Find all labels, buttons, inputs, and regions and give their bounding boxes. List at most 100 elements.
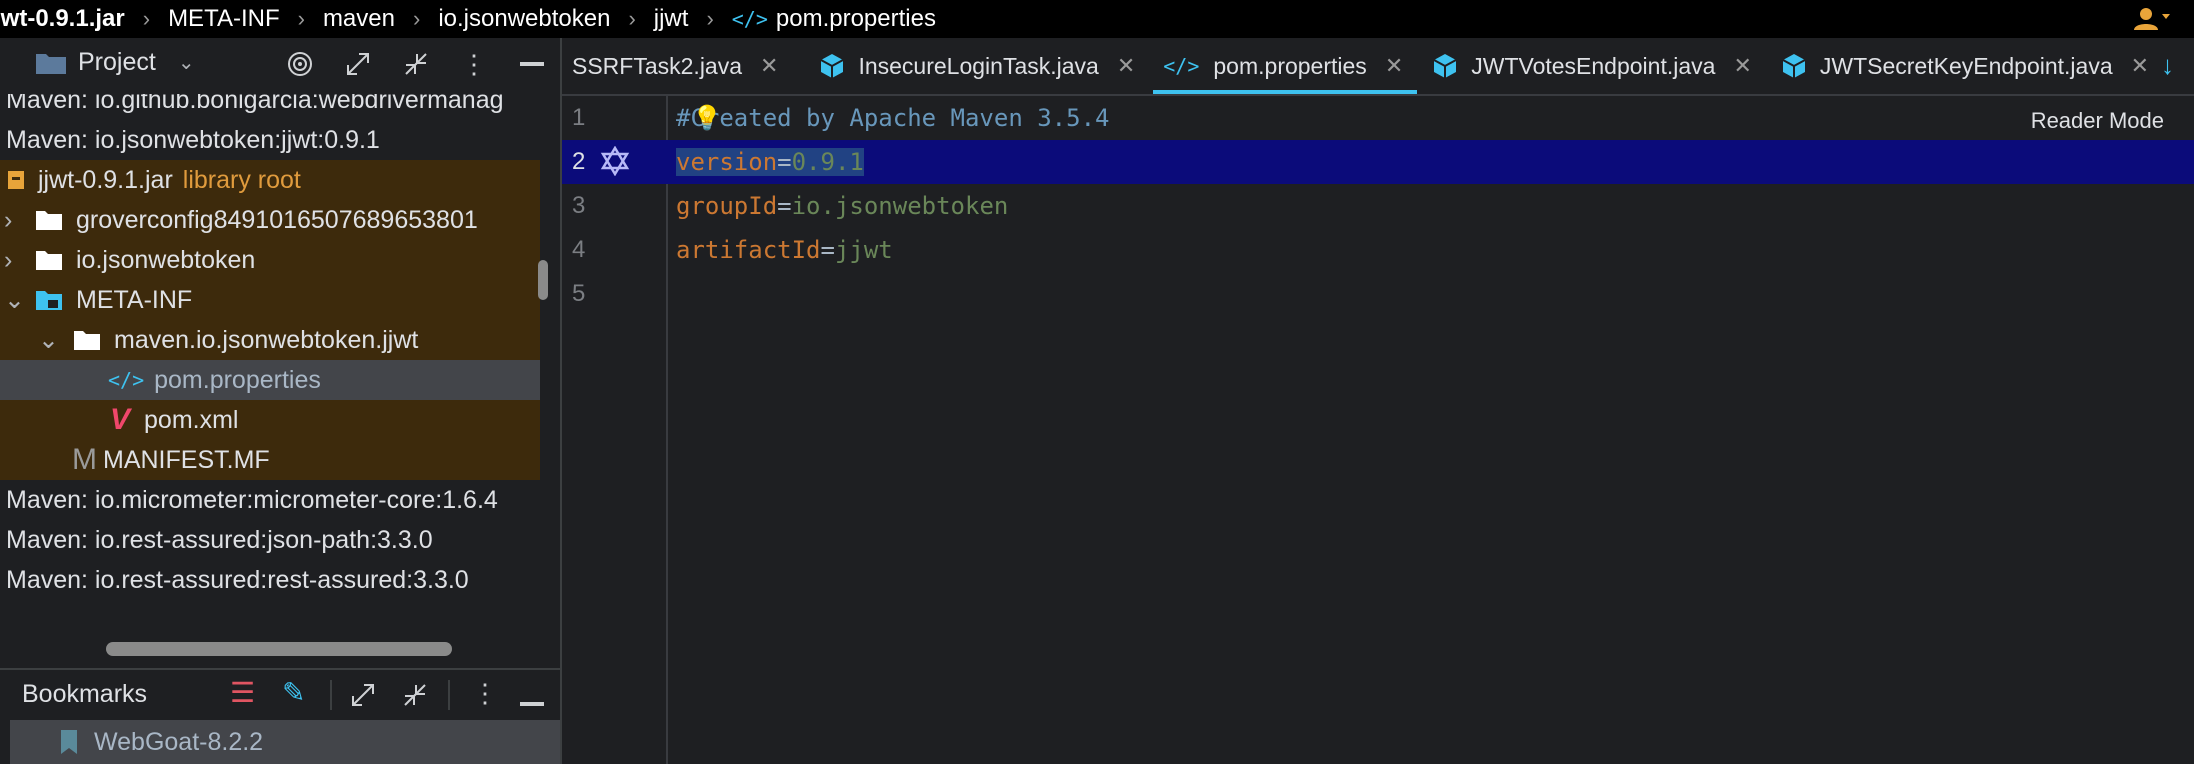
user-account-icon[interactable] [2132, 6, 2172, 32]
bookmark-list-item[interactable]: WebGoat-8.2.2 [10, 720, 560, 764]
collapse-all-icon[interactable] [402, 50, 430, 78]
tree-item[interactable]: Maven: io.micrometer:micrometer-core:1.6… [0, 480, 540, 520]
tree-item[interactable]: ⌄ META-INF [0, 280, 540, 320]
reader-mode-button[interactable]: Reader Mode [2030, 108, 2164, 134]
tree-item[interactable]: › groverconfig8491016507689653801 [0, 200, 540, 240]
project-view-selector[interactable]: Project ⌄ [34, 48, 195, 77]
edit-icon[interactable]: ✎ [282, 676, 305, 709]
meta-folder-icon [36, 291, 62, 310]
minimize-icon[interactable] [520, 694, 544, 712]
property-key: version [676, 148, 778, 176]
breadcrumb: jwt-0.9.1.jar › META-INF › maven › io.js… [0, 0, 2194, 38]
tree-item-selected[interactable]: </> pom.properties [0, 360, 540, 400]
breadcrumb-item-jjwt[interactable]: jjwt [654, 5, 689, 33]
breadcrumb-item-io-jsonwebtoken[interactable]: io.jsonwebtoken [438, 5, 610, 33]
tree-item-label: Maven: io.micrometer:micrometer-core:1.6… [6, 485, 498, 514]
java-class-icon [820, 54, 844, 78]
properties-icon: </> [731, 7, 768, 31]
chevron-right-icon: › [297, 6, 305, 31]
property-value: 0.9.1 [791, 148, 864, 176]
vertical-scrollbar[interactable] [538, 260, 548, 300]
tree-item[interactable]: ⌄ maven.io.jsonwebtoken.jjwt [0, 320, 540, 360]
breadcrumb-item-pom-properties[interactable]: </> pom.properties [732, 5, 936, 33]
tree-item-label: Maven: io.github.bonigarcia:webdriverman… [6, 94, 504, 114]
tab-jwtvotesendpoint[interactable]: JWTVotesEndpoint.java ✕ [1423, 38, 1766, 94]
chevron-right-icon[interactable]: › [4, 206, 34, 235]
library-root-label: library root [182, 165, 301, 194]
breadcrumb-item-label: pom.properties [775, 5, 936, 32]
more-options-icon[interactable]: ⋮ [460, 49, 488, 79]
chevron-right-icon[interactable]: › [4, 246, 34, 275]
tree-item-label: pom.xml [144, 405, 239, 434]
chevron-down-icon[interactable]: ⌄ [38, 325, 72, 355]
tab-label: JWTVotesEndpoint.java [1471, 52, 1716, 79]
target-icon[interactable] [286, 50, 314, 78]
code-text: groupId=io.jsonwebtoken [676, 192, 1009, 220]
tree-item-library-root[interactable]: jjwt-0.9.1.jar library root [0, 160, 540, 200]
code-line-current[interactable]: 2 version=0.9.1 [562, 140, 2194, 184]
tree-item-label: META-INF [76, 285, 193, 314]
list-icon[interactable]: ☰ [230, 676, 255, 709]
chevron-right-icon: › [706, 6, 714, 31]
tree-item-label: pom.properties [154, 365, 321, 394]
tree-item-label: maven.io.jsonwebtoken.jjwt [114, 325, 419, 354]
tree-item-label: Maven: io.rest-assured:rest-assured:3.3.… [6, 565, 469, 594]
tree-item-label: jjwt-0.9.1.jar [38, 165, 173, 194]
folder-icon [36, 53, 66, 74]
tree-item[interactable]: Maven: io.github.bonigarcia:webdriverman… [0, 94, 540, 120]
chevron-right-icon: › [412, 6, 421, 31]
java-class-icon [1782, 54, 1806, 78]
expand-all-icon[interactable] [350, 682, 376, 713]
code-line[interactable]: 1 #Created by Apache Maven 3.5.4 💡 [562, 96, 2194, 140]
tree-item[interactable]: Maven: io.rest-assured:rest-assured:3.3.… [0, 560, 540, 600]
close-icon[interactable]: ✕ [1385, 53, 1403, 79]
close-icon[interactable]: ✕ [760, 53, 778, 79]
divider [448, 680, 450, 710]
project-title: Project [78, 48, 156, 76]
lightbulb-icon[interactable]: 💡 [692, 104, 722, 132]
tab-jwtsecretkeyendpoint[interactable]: JWTSecretKeyEndpoint.java ✕ [1772, 38, 2163, 94]
maven-icon: V [110, 403, 131, 436]
tab-insecurelogintask[interactable]: InsecureLoginTask.java ✕ [810, 38, 1149, 94]
more-options-icon[interactable]: ⋮ [472, 678, 498, 709]
bookmarks-panel-header: Bookmarks ☰ ✎ ⋮ [0, 668, 560, 722]
chevron-right-icon: › [142, 6, 151, 31]
close-icon[interactable]: ✕ [1733, 53, 1751, 79]
tree-item[interactable]: V pom.xml [0, 400, 540, 440]
tab-pom-properties[interactable]: </> pom.properties ✕ [1153, 38, 1418, 94]
editor-tabs: SSRFTask2.java ✕ InsecureLoginTask.java … [562, 38, 2194, 96]
chevron-right-icon: › [628, 6, 636, 31]
code-line[interactable]: 4 artifactId=jjwt [562, 228, 2194, 272]
close-icon[interactable]: ✕ [2131, 53, 2149, 79]
horizontal-scrollbar[interactable] [106, 642, 452, 656]
project-panel-header: Project ⌄ ⋮ [0, 38, 560, 94]
tree-item[interactable]: Maven: io.rest-assured:json-path:3.3.0 [0, 520, 540, 560]
breadcrumb-item-meta-inf[interactable]: META-INF [168, 5, 280, 33]
breadcrumb-item-maven[interactable]: maven [323, 5, 395, 33]
bookmarks-title: Bookmarks [22, 680, 148, 708]
chevron-down-icon[interactable]: ⌄ [4, 285, 34, 315]
tab-label: SSRFTask2.java [572, 52, 743, 79]
arrow-down-icon[interactable]: ↓ [2161, 50, 2174, 81]
tree-item[interactable]: M MANIFEST.MF [0, 440, 540, 480]
tree-item-label: Maven: io.jsonwebtoken:jjwt:0.9.1 [6, 125, 380, 154]
tree-item[interactable]: Maven: io.jsonwebtoken:jjwt:0.9.1 [0, 120, 540, 160]
code-line[interactable]: 3 groupId=io.jsonwebtoken [562, 184, 2194, 228]
code-line[interactable]: 5 [562, 272, 2194, 316]
code-text: artifactId=jjwt [676, 236, 893, 264]
code-selection: version=0.9.1 [676, 148, 864, 176]
tree-item-label: Maven: io.rest-assured:json-path:3.3.0 [6, 525, 433, 554]
jar-icon [8, 171, 24, 189]
close-icon[interactable]: ✕ [1117, 53, 1135, 79]
line-number: 3 [572, 192, 586, 219]
project-tree: Maven: io.github.bonigarcia:webdriverman… [0, 94, 540, 639]
bookmark-icon [61, 730, 77, 754]
breadcrumb-item-jar[interactable]: jwt-0.9.1.jar [0, 5, 125, 33]
tree-item[interactable]: › io.jsonwebtoken [0, 240, 540, 280]
gutter-marker-icon[interactable] [600, 145, 630, 182]
collapse-all-icon[interactable] [402, 682, 428, 713]
expand-all-icon[interactable] [344, 50, 372, 78]
minimize-icon[interactable] [518, 50, 546, 78]
tab-ssrftask2[interactable]: SSRFTask2.java ✕ [562, 38, 792, 94]
property-value: jjwt [834, 236, 893, 264]
